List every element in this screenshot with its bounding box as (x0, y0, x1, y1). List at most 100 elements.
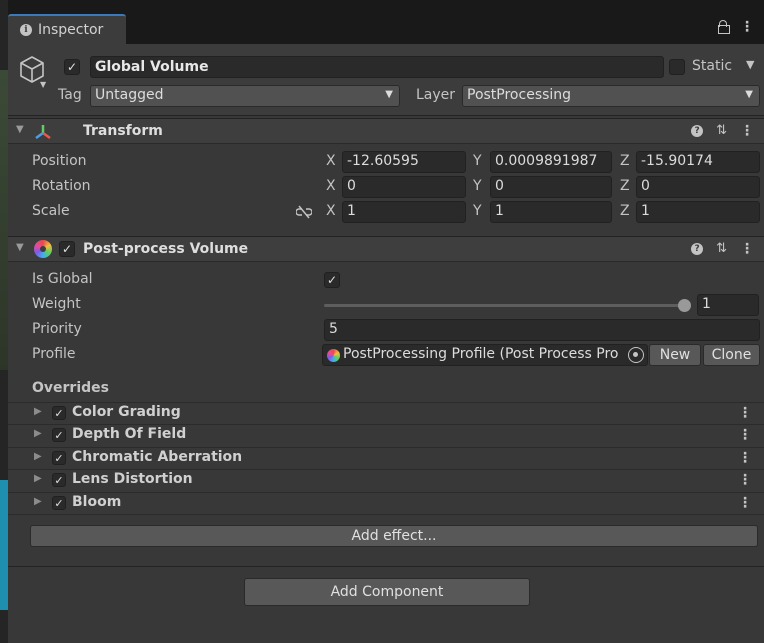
component-menu-icon[interactable]: ⋮ (740, 242, 754, 256)
axis-z-label[interactable]: Z (620, 203, 630, 219)
divider (8, 514, 764, 515)
scene-terrain (0, 70, 8, 370)
priority-label: Priority (32, 321, 82, 337)
help-icon[interactable]: ? (691, 242, 704, 255)
scale-x-field[interactable]: 1 (342, 201, 466, 223)
effect-enabled-checkbox[interactable]: ✓ (52, 451, 66, 465)
layer-dropdown[interactable]: PostProcessing ▼ (462, 85, 760, 107)
tag-label: Tag (58, 87, 82, 103)
is-global-label: Is Global (32, 271, 93, 287)
effect-row[interactable]: ▶ ✓ Color Grading ⋮ (8, 402, 764, 424)
expand-icon[interactable]: ▶ (34, 473, 42, 484)
tab-title: Inspector (38, 22, 104, 38)
transform-title: Transform (83, 123, 163, 139)
component-menu-icon[interactable]: ⋮ (740, 124, 754, 138)
weight-field[interactable]: 1 (697, 294, 759, 316)
axis-y-label[interactable]: Y (473, 178, 482, 194)
chevron-down-icon: ▼ (745, 89, 753, 100)
expand-icon[interactable]: ▶ (34, 496, 42, 507)
effect-menu-icon[interactable]: ⋮ (738, 496, 752, 510)
transform-header[interactable]: ▼ Transform ? ⇅ ⋮ (8, 118, 764, 144)
rotation-y-field[interactable]: 0 (490, 176, 612, 198)
effect-menu-icon[interactable]: ⋮ (738, 406, 752, 420)
effect-menu-icon[interactable]: ⋮ (738, 451, 752, 465)
ppv-header[interactable]: ▼ ✓ Post-process Volume ? ⇅ ⋮ (8, 236, 764, 262)
add-effect-button[interactable]: Add effect... (30, 525, 758, 547)
static-checkbox[interactable] (669, 59, 685, 75)
axis-x-label[interactable]: X (326, 203, 336, 219)
position-x-field[interactable]: -12.60595 (342, 151, 466, 173)
layer-value: PostProcessing (467, 87, 572, 103)
is-global-checkbox[interactable]: ✓ (324, 272, 340, 288)
post-process-profile-icon (327, 349, 340, 362)
ppv-enabled-checkbox[interactable]: ✓ (59, 241, 75, 257)
tag-value: Untagged (95, 87, 164, 103)
expand-icon[interactable]: ▶ (34, 428, 42, 439)
tab-menu-icon[interactable]: ⋮ (740, 20, 754, 34)
rotation-x-field[interactable]: 0 (342, 176, 466, 198)
priority-field[interactable]: 5 (324, 319, 760, 341)
lock-icon[interactable] (718, 20, 730, 34)
effect-enabled-checkbox[interactable]: ✓ (52, 406, 66, 420)
ppv-title: Post-process Volume (83, 241, 249, 257)
weight-slider-track[interactable] (324, 304, 686, 307)
expand-icon[interactable]: ▶ (34, 451, 42, 462)
presets-icon[interactable]: ⇅ (716, 241, 727, 256)
new-profile-button[interactable]: New (649, 344, 701, 366)
effect-enabled-checkbox[interactable]: ✓ (52, 428, 66, 442)
foldout-icon[interactable]: ▼ (16, 242, 24, 253)
object-picker-icon[interactable] (628, 347, 644, 363)
effect-enabled-checkbox[interactable]: ✓ (52, 473, 66, 487)
axis-y-label[interactable]: Y (473, 153, 482, 169)
scene-water (0, 480, 8, 610)
inspector-panel: ▼ ✓ Global Volume Static ▼ Tag Untagged … (8, 44, 764, 643)
help-icon[interactable]: ? (691, 124, 704, 137)
effect-row[interactable]: ▶ ✓ Chromatic Aberration ⋮ (8, 447, 764, 469)
effect-name: Lens Distortion (72, 471, 193, 487)
axis-x-label[interactable]: X (326, 153, 336, 169)
info-icon: i (20, 24, 32, 36)
static-label: Static (692, 58, 733, 74)
scene-view-edge (0, 0, 8, 643)
divider (8, 566, 764, 567)
object-name-input[interactable]: Global Volume (90, 56, 664, 78)
effect-row[interactable]: ▶ ✓ Bloom ⋮ (8, 492, 764, 514)
axis-x-label[interactable]: X (326, 178, 336, 194)
profile-label: Profile (32, 346, 76, 362)
effect-menu-icon[interactable]: ⋮ (738, 428, 752, 442)
tab-inspector[interactable]: i Inspector (8, 14, 126, 44)
expand-icon[interactable]: ▶ (34, 406, 42, 417)
tag-dropdown[interactable]: Untagged ▼ (90, 85, 400, 107)
chevron-down-icon[interactable]: ▼ (40, 80, 46, 89)
constrain-proportions-icon[interactable] (296, 205, 312, 219)
transform-icon (35, 125, 51, 140)
tab-bar: i Inspector ⋮ (8, 0, 764, 44)
scale-y-field[interactable]: 1 (490, 201, 612, 223)
position-z-field[interactable]: -15.90174 (636, 151, 760, 173)
effect-name: Bloom (72, 494, 122, 510)
weight-slider-thumb[interactable] (678, 299, 691, 312)
position-y-field[interactable]: 0.0009891987 (490, 151, 612, 173)
effect-name: Depth Of Field (72, 426, 187, 442)
presets-icon[interactable]: ⇅ (716, 123, 727, 138)
foldout-icon[interactable]: ▼ (16, 124, 24, 135)
axis-y-label[interactable]: Y (473, 203, 482, 219)
effect-row[interactable]: ▶ ✓ Depth Of Field ⋮ (8, 424, 764, 446)
profile-object-field[interactable]: PostProcessing Profile (Post Process Pro (322, 344, 648, 366)
axis-z-label[interactable]: Z (620, 153, 630, 169)
static-dropdown-icon[interactable]: ▼ (746, 58, 754, 71)
effect-menu-icon[interactable]: ⋮ (738, 473, 752, 487)
chevron-down-icon: ▼ (385, 89, 393, 100)
rotation-z-field[interactable]: 0 (636, 176, 760, 198)
scale-z-field[interactable]: 1 (636, 201, 760, 223)
active-checkbox[interactable]: ✓ (64, 59, 80, 75)
add-component-button[interactable]: Add Component (244, 578, 530, 606)
effect-enabled-checkbox[interactable]: ✓ (52, 496, 66, 510)
axis-z-label[interactable]: Z (620, 178, 630, 194)
post-process-icon (34, 240, 52, 258)
clone-profile-button[interactable]: Clone (703, 344, 760, 366)
object-header: ▼ ✓ Global Volume Static ▼ Tag Untagged … (8, 44, 764, 116)
layer-label: Layer (416, 87, 456, 103)
scale-label: Scale (32, 203, 70, 219)
effect-row[interactable]: ▶ ✓ Lens Distortion ⋮ (8, 469, 764, 491)
